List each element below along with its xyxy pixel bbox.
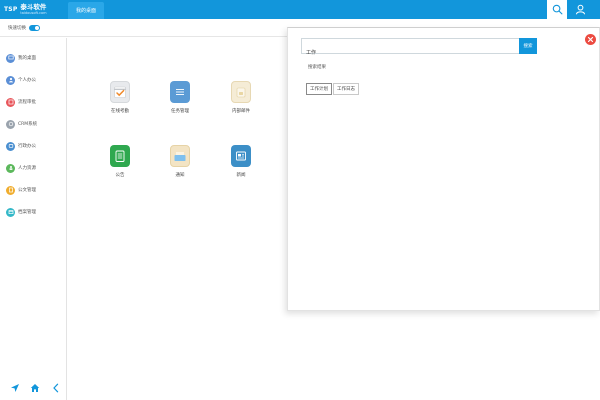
- app-label: 任务管理: [171, 109, 189, 114]
- task-icon: [170, 81, 190, 103]
- sidebar-item-archive[interactable]: 档案管理: [6, 206, 36, 218]
- sidebar-item-flow[interactable]: 流程审批: [6, 96, 36, 108]
- user-button[interactable]: [570, 0, 590, 19]
- app-mail[interactable]: 内部邮件: [221, 81, 261, 114]
- quick-switch-toggle[interactable]: [29, 24, 40, 31]
- sidebar-item-label: 我的桌面: [18, 56, 36, 61]
- brand-text: 泰斗软件 taidousoft.com: [20, 3, 47, 16]
- results-title: 搜索结果: [308, 65, 326, 70]
- quick-switch-label: 快速切换: [8, 25, 26, 31]
- sidebar-footer: [0, 381, 66, 395]
- app-news[interactable]: 新闻: [221, 145, 261, 178]
- result-work-log[interactable]: 工作日志: [333, 83, 359, 95]
- sidebar-item-document[interactable]: 公文管理: [6, 184, 36, 196]
- logo-mark: TSP: [4, 6, 18, 13]
- sidebar-item-admin[interactable]: 行政办公: [6, 140, 36, 152]
- sidebar-item-label: 个人办公: [18, 78, 36, 83]
- sidebar-item-label: 公文管理: [18, 188, 36, 193]
- app-notify[interactable]: 通知: [160, 145, 200, 178]
- sidebar-item-personal[interactable]: 个人办公: [6, 74, 36, 86]
- brand-subtitle: taidousoft.com: [20, 11, 47, 15]
- sidebar-item-label: 人力资源: [18, 166, 36, 171]
- tab-my-desktop[interactable]: 我的桌面: [68, 2, 104, 19]
- notify-icon: [170, 145, 190, 167]
- search-field[interactable]: [301, 38, 521, 60]
- search-panel: 搜索 搜索结果 工作计划 工作日志: [287, 27, 600, 311]
- app-label: 内部邮件: [232, 109, 250, 114]
- hr-icon: [6, 163, 15, 173]
- notice-icon: [110, 145, 130, 167]
- attendance-icon: [110, 81, 130, 103]
- person-icon: [6, 75, 15, 85]
- archive-icon: [6, 207, 15, 217]
- home-icon[interactable]: [30, 383, 40, 393]
- sidebar-item-label: 档案管理: [18, 210, 36, 215]
- app-notice[interactable]: 公告: [100, 145, 140, 178]
- search-submit-button[interactable]: 搜索: [519, 38, 537, 54]
- app-label: 公告: [115, 173, 125, 178]
- close-button[interactable]: [585, 34, 596, 45]
- user-icon: [575, 4, 585, 15]
- search-button[interactable]: [547, 0, 567, 19]
- sidebar-item-label: 行政办公: [18, 144, 36, 149]
- sidebar-item-crm[interactable]: CRM系统: [6, 118, 37, 130]
- toggle-knob: [35, 25, 39, 30]
- brand-logo[interactable]: TSP 泰斗软件 taidousoft.com: [4, 1, 47, 18]
- sidebar-item-hr[interactable]: 人力资源: [6, 162, 36, 174]
- admin-icon: [6, 141, 15, 151]
- location-arrow-icon[interactable]: [10, 383, 20, 393]
- mail-icon: [231, 81, 251, 103]
- sidebar-item-label: 流程审批: [18, 100, 36, 105]
- sidebar-item-label: CRM系统: [18, 122, 38, 127]
- search-icon: [552, 4, 562, 15]
- result-work-plan[interactable]: 工作计划: [306, 83, 332, 95]
- sidebar: 我的桌面 个人办公 流程审批 CRM系统 行政办公 人力资源 公文管理 档案管理: [0, 38, 67, 400]
- app-label: 通知: [175, 173, 185, 178]
- news-icon: [231, 145, 251, 167]
- desktop-icon: [6, 53, 15, 63]
- app-label: 在线考勤: [111, 109, 129, 114]
- document-icon: [6, 185, 15, 195]
- brand-title: 泰斗软件: [20, 3, 47, 11]
- app-label: 新闻: [236, 173, 246, 178]
- flow-icon: [6, 97, 15, 107]
- app-task[interactable]: 任务管理: [160, 81, 200, 114]
- app-attendance[interactable]: 在线考勤: [100, 81, 140, 114]
- close-icon: [587, 36, 594, 43]
- search-input[interactable]: [302, 45, 520, 60]
- collapse-chevron-icon[interactable]: [51, 383, 61, 393]
- crm-icon: [6, 119, 15, 129]
- top-bar: TSP 泰斗软件 taidousoft.com 我的桌面: [0, 0, 600, 19]
- sidebar-item-desktop[interactable]: 我的桌面: [6, 52, 36, 64]
